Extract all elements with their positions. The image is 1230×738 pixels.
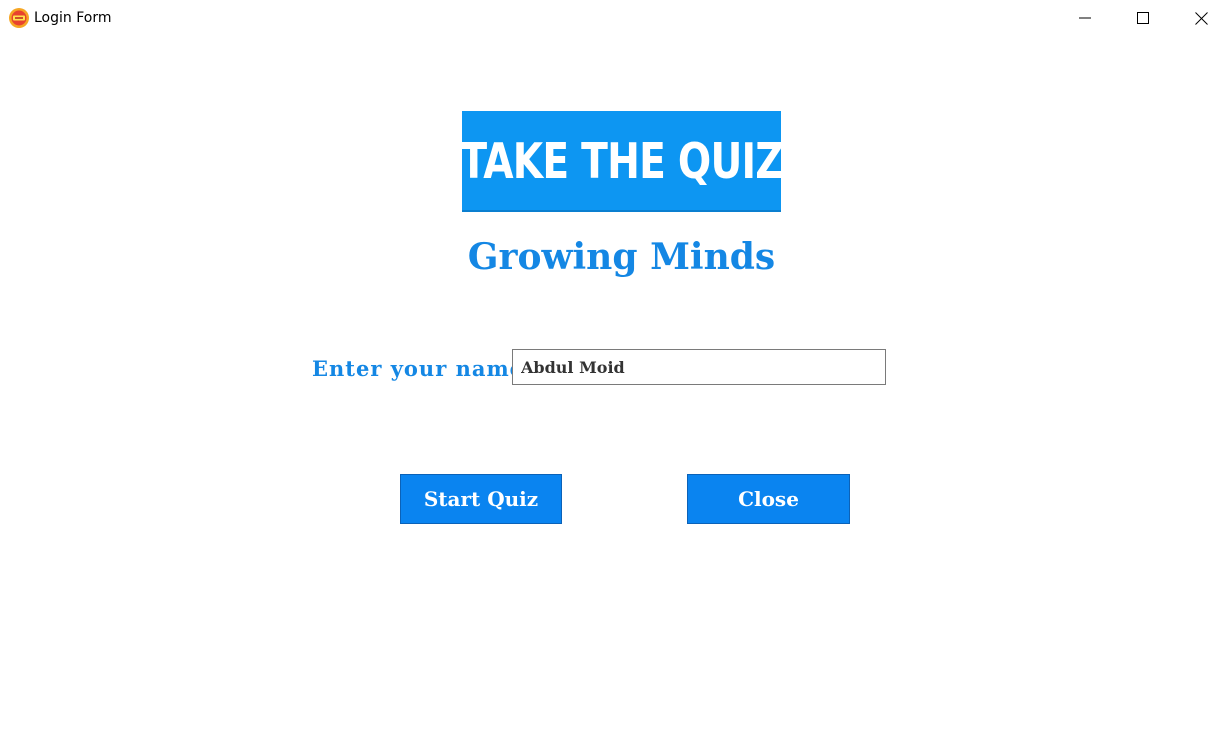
start-quiz-button[interactable]: Start Quiz [400,474,562,524]
window-close-button[interactable] [1172,0,1230,36]
app-heading: Growing Minds [467,236,776,278]
quiz-app-icon [8,7,30,29]
title-bar: Login Form [0,0,1230,36]
take-the-quiz-banner: TAKE THE QUIZ [460,111,784,212]
minimize-icon [1079,12,1091,24]
maximize-button[interactable] [1114,0,1172,36]
window-title: Login Form [34,10,112,26]
maximize-icon [1137,12,1149,24]
close-icon [1194,11,1208,25]
minimize-button[interactable] [1056,0,1114,36]
name-label: Enter your name : [312,356,542,381]
close-button[interactable]: Close [687,474,850,524]
name-input[interactable] [512,349,886,385]
banner-text: TAKE THE QUIZ [460,133,783,190]
